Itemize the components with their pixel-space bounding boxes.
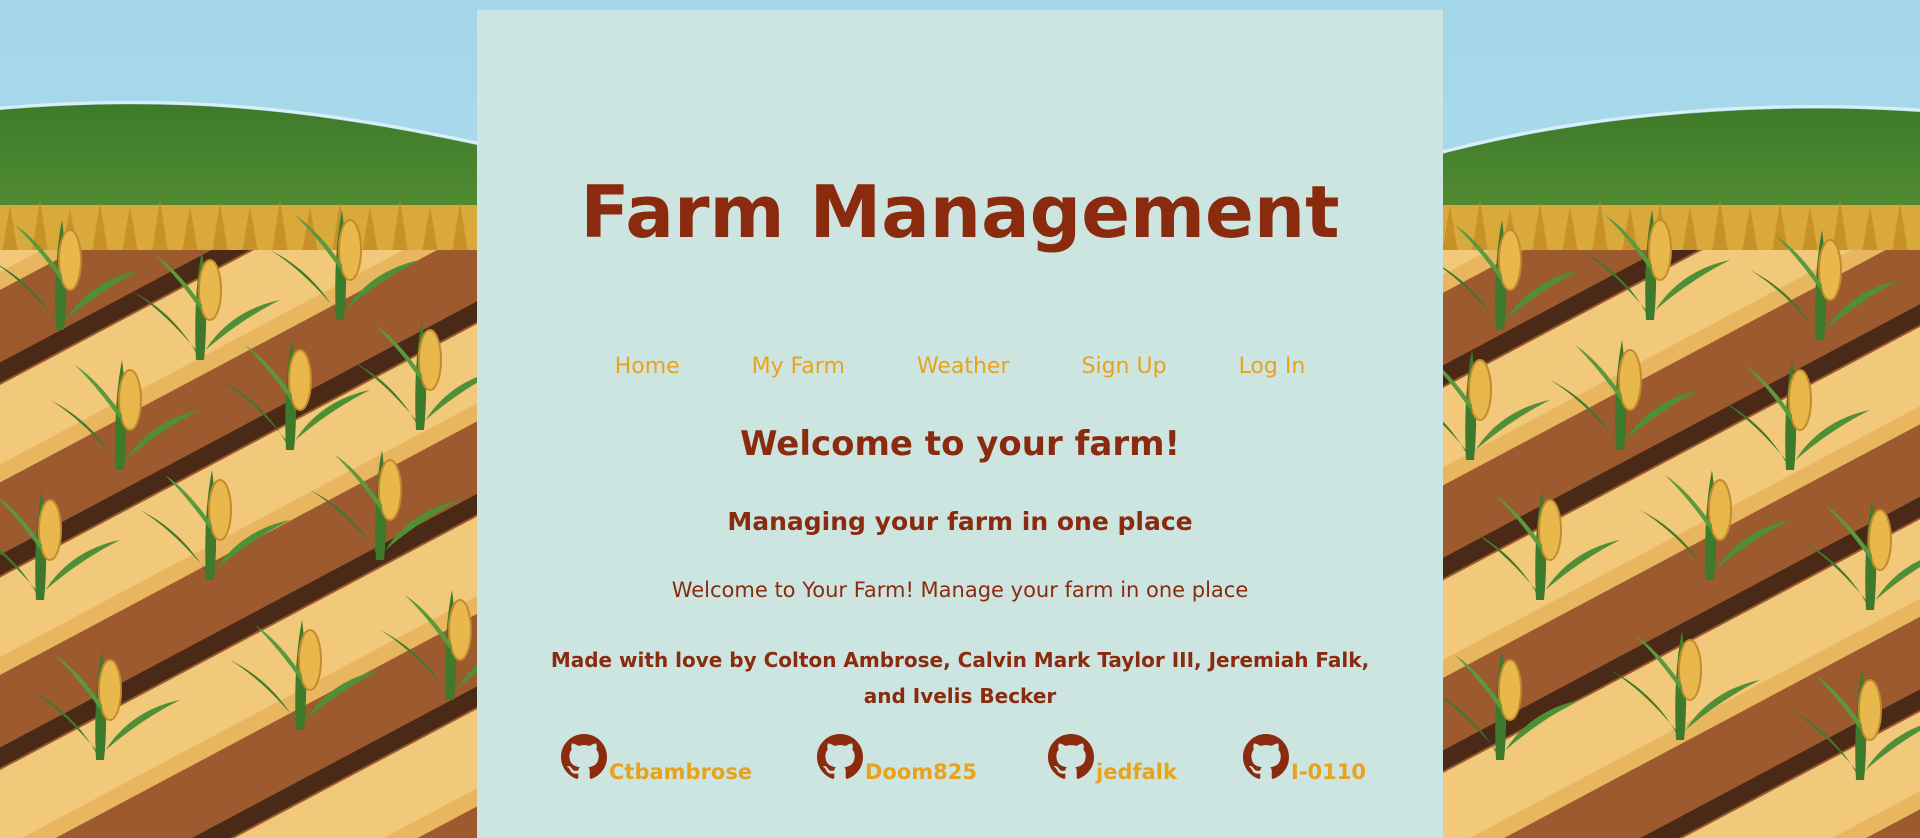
nav-link-weather[interactable]: Weather [917,352,1010,382]
nav-link-log-in[interactable]: Log In [1239,352,1306,382]
subheading: Managing your farm in one place [727,507,1193,536]
github-links: Ctbambrose Doom825 jedfalk I-0110 [477,734,1443,792]
nav-link-my-farm[interactable]: My Farm [752,352,845,382]
github-username: I-0110 [1291,760,1366,784]
intro-text: Welcome to Your Farm! Manage your farm i… [671,578,1249,602]
github-username: Doom825 [865,760,978,784]
welcome-heading: Welcome to your farm! [739,424,1181,464]
site-title: Farm Management [580,170,1340,254]
github-link-i-0110[interactable]: I-0110 [1243,734,1366,784]
nav-link-home[interactable]: Home [615,352,680,382]
github-icon [1048,734,1094,779]
main-nav: Home My Farm Weather Sign Up Log In [477,352,1443,382]
github-username: jedfalk [1096,760,1177,784]
nav-link-sign-up[interactable]: Sign Up [1082,352,1167,382]
github-username: Ctbambrose [609,760,753,784]
github-link-ctbambrose[interactable]: Ctbambrose [561,734,752,784]
github-icon [817,734,863,779]
github-icon [1243,734,1289,779]
main-panel: Farm Management Home My Farm Weather Sig… [477,10,1443,838]
github-icon [561,734,607,779]
github-link-jedfalk[interactable]: jedfalk [1048,734,1177,784]
credits-text: Made with love by Colton Ambrose, Calvin… [550,648,1370,708]
github-link-doom825[interactable]: Doom825 [817,734,977,784]
